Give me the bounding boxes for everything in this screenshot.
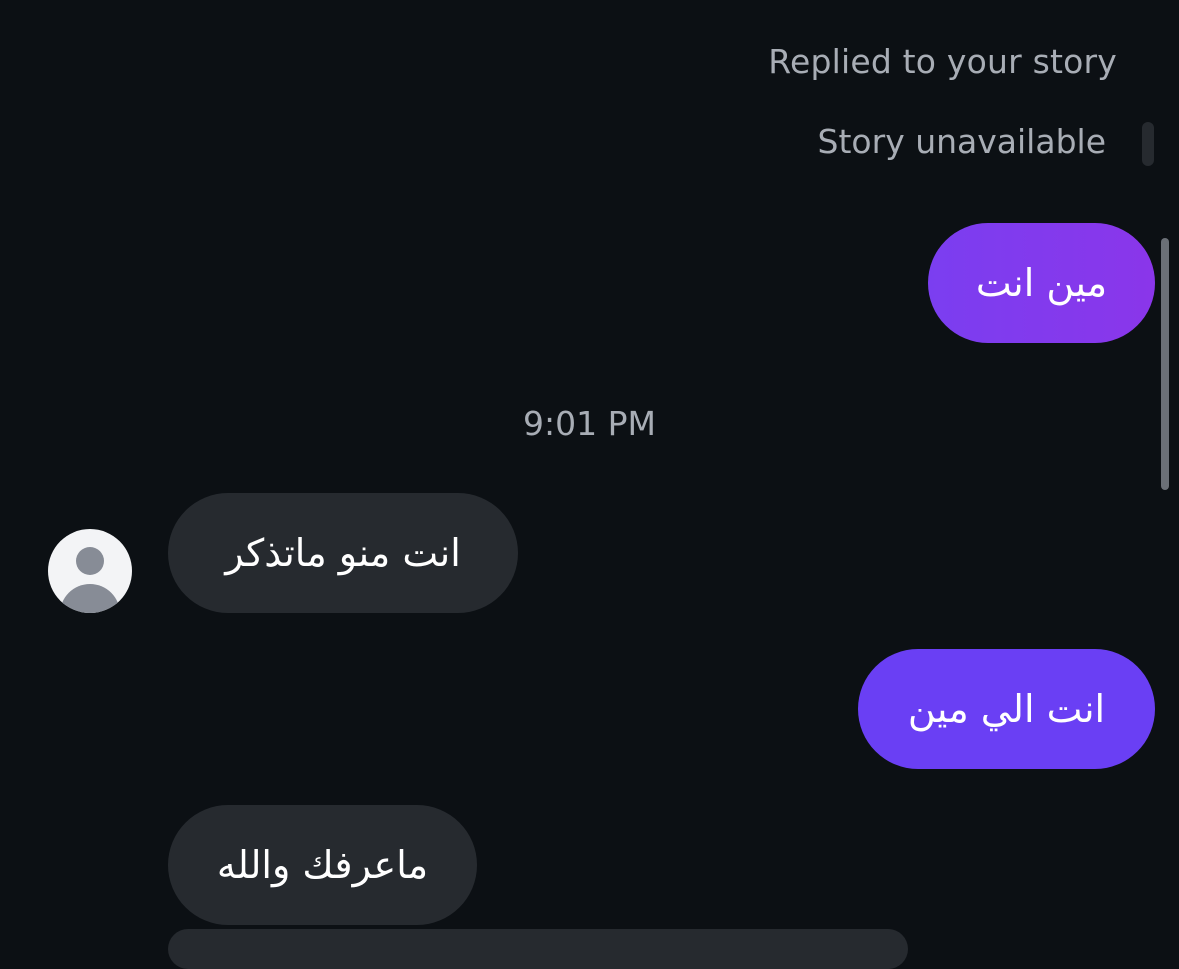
story-reply-indicator xyxy=(1142,122,1154,166)
sent-message-bubble[interactable]: مين انت xyxy=(928,223,1155,343)
partial-message-bubble[interactable] xyxy=(168,929,908,969)
sent-message-bubble[interactable]: انت الي مين xyxy=(858,649,1155,769)
chat-scrollbar[interactable] xyxy=(1161,238,1169,490)
received-message-bubble[interactable]: ماعرفك والله xyxy=(168,805,477,925)
message-timestamp: 9:01 PM xyxy=(523,404,656,443)
avatar-head-shape xyxy=(76,547,104,575)
chat-thread: Replied to your story Story unavailable … xyxy=(0,0,1179,969)
avatar-body-shape xyxy=(60,584,120,613)
story-unavailable-text: Story unavailable xyxy=(817,122,1106,161)
received-message-bubble[interactable]: انت منو ماتذكر xyxy=(168,493,518,613)
story-reply-label: Replied to your story xyxy=(768,42,1117,81)
default-user-icon[interactable] xyxy=(48,529,132,613)
